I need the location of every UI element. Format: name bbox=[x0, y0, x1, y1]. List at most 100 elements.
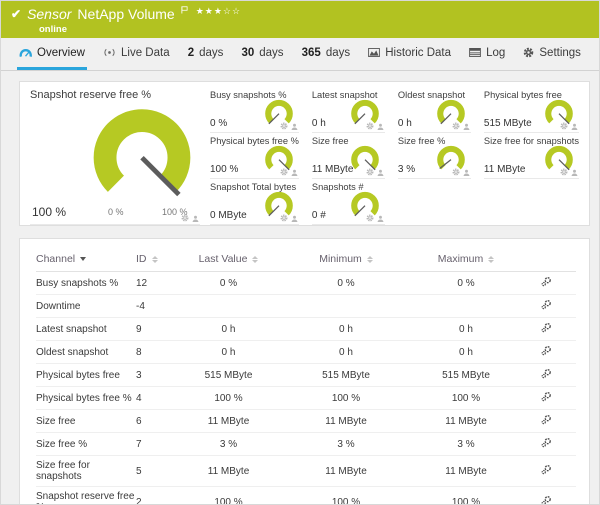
sort-icon bbox=[367, 256, 373, 263]
table-row: Busy snapshots % 12 0 % 0 % 0 % bbox=[36, 272, 576, 295]
tab-days[interactable]: 365 days bbox=[300, 38, 352, 70]
channel-name: Size free bbox=[36, 410, 136, 433]
edit-channel-icon[interactable] bbox=[541, 437, 552, 448]
user-icon[interactable] bbox=[571, 123, 578, 130]
small-gauge: Snapshot Total bytes 0 MByte bbox=[210, 181, 299, 225]
edit-channel-icon[interactable] bbox=[541, 276, 552, 287]
gear-icon[interactable] bbox=[366, 214, 374, 222]
gear-icon[interactable] bbox=[560, 168, 568, 176]
channel-maximum: 0 h bbox=[416, 318, 516, 341]
gear-icon[interactable] bbox=[560, 122, 568, 130]
user-icon[interactable] bbox=[463, 169, 470, 176]
table-body: Busy snapshots % 12 0 % 0 % 0 % Downtime… bbox=[36, 272, 576, 505]
tab-days[interactable]: 2 days bbox=[186, 38, 226, 70]
gear-icon[interactable] bbox=[280, 122, 288, 130]
channel-maximum: 3 % bbox=[416, 433, 516, 456]
tab-live-data[interactable]: Live Data bbox=[101, 38, 172, 70]
user-icon[interactable] bbox=[291, 169, 298, 176]
table-row: Snapshot reserve free % 2 100 % 100 % 10… bbox=[36, 487, 576, 505]
channel-name: Physical bytes free bbox=[36, 364, 136, 387]
edit-channel-icon[interactable] bbox=[541, 414, 552, 425]
user-icon[interactable] bbox=[377, 123, 384, 130]
gauge-value: 100 % bbox=[210, 164, 238, 175]
channel-maximum: 515 MByte bbox=[416, 364, 516, 387]
channel-id: 9 bbox=[136, 318, 181, 341]
channel-minimum: 0 h bbox=[276, 318, 416, 341]
gear-icon[interactable] bbox=[366, 168, 374, 176]
status-ok-check-icon: ✔ bbox=[11, 7, 21, 21]
user-icon[interactable] bbox=[571, 169, 578, 176]
gauge-value: 0 MByte bbox=[210, 210, 247, 221]
table-row: Downtime -4 bbox=[36, 295, 576, 318]
channel-maximum: 100 % bbox=[416, 387, 516, 410]
flag-icon bbox=[181, 1, 188, 19]
tab-overview[interactable]: Overview bbox=[17, 38, 87, 70]
channel-minimum: 100 % bbox=[276, 487, 416, 505]
user-icon[interactable] bbox=[463, 123, 470, 130]
column-header-maximum[interactable]: Maximum bbox=[416, 247, 516, 272]
column-header-id[interactable]: ID bbox=[136, 247, 181, 272]
tab-settings[interactable]: Settings bbox=[521, 38, 583, 70]
status-badge: online bbox=[39, 24, 589, 35]
priority-stars[interactable]: ★★★☆☆ bbox=[196, 6, 241, 17]
channel-id: 3 bbox=[136, 364, 181, 387]
table-row: Latest snapshot 9 0 h 0 h 0 h bbox=[36, 318, 576, 341]
live-data-icon bbox=[103, 48, 116, 57]
small-gauge: Busy snapshots % 0 % bbox=[210, 89, 299, 133]
channel-last-value: 0 h bbox=[181, 341, 276, 364]
channel-name: Latest snapshot bbox=[36, 318, 136, 341]
column-header-edit bbox=[516, 247, 576, 272]
channel-table-panel: ChannelIDLast ValueMinimumMaximum Busy s… bbox=[19, 238, 590, 505]
user-icon[interactable] bbox=[291, 123, 298, 130]
channel-maximum: 0 h bbox=[416, 341, 516, 364]
edit-channel-icon[interactable] bbox=[541, 368, 552, 379]
gauge-value: 0 # bbox=[312, 210, 326, 221]
table-row: Physical bytes free 3 515 MByte 515 MByt… bbox=[36, 364, 576, 387]
edit-channel-icon[interactable] bbox=[541, 391, 552, 402]
channel-maximum: 11 MByte bbox=[416, 410, 516, 433]
user-icon[interactable] bbox=[291, 215, 298, 222]
primary-gauge: Snapshot reserve free % 100 % 0 % 100 % bbox=[30, 89, 200, 225]
gear-icon[interactable] bbox=[280, 214, 288, 222]
column-header-minimum[interactable]: Minimum bbox=[276, 247, 416, 272]
channel-id: 5 bbox=[136, 456, 181, 487]
prtg-sensor-page: ✔ Sensor NetApp Volume ★★★☆☆ online Over… bbox=[0, 0, 600, 505]
edit-channel-icon[interactable] bbox=[541, 495, 552, 505]
column-header-channel[interactable]: Channel bbox=[36, 247, 136, 272]
small-gauge-grid: Busy snapshots % 0 % Latest snapshot 0 h… bbox=[210, 89, 579, 225]
gear-icon[interactable] bbox=[181, 214, 189, 222]
gear-icon[interactable] bbox=[366, 122, 374, 130]
table-row: Size free 6 11 MByte 11 MByte 11 MByte bbox=[36, 410, 576, 433]
channel-name: Size free for snapshots bbox=[36, 456, 136, 487]
tab-days[interactable]: 30 days bbox=[239, 38, 285, 70]
gear-icon[interactable] bbox=[280, 168, 288, 176]
object-kind-label: Sensor bbox=[27, 6, 71, 22]
channel-minimum: 0 h bbox=[276, 341, 416, 364]
tab-log[interactable]: Log bbox=[467, 38, 507, 70]
sort-icon bbox=[152, 256, 158, 263]
gear-icon[interactable] bbox=[452, 168, 460, 176]
edit-channel-icon[interactable] bbox=[541, 299, 552, 310]
channel-id: 2 bbox=[136, 487, 181, 505]
channel-minimum: 100 % bbox=[276, 387, 416, 410]
channel-minimum: 515 MByte bbox=[276, 364, 416, 387]
channel-maximum: 0 % bbox=[416, 272, 516, 295]
gear-icon[interactable] bbox=[452, 122, 460, 130]
channel-id: 4 bbox=[136, 387, 181, 410]
channel-name: Downtime bbox=[36, 295, 136, 318]
gauge-icon bbox=[19, 48, 32, 58]
edit-channel-icon[interactable] bbox=[541, 322, 552, 333]
user-icon[interactable] bbox=[377, 215, 384, 222]
user-icon[interactable] bbox=[377, 169, 384, 176]
tab-historic-data[interactable]: Historic Data bbox=[366, 38, 453, 70]
edit-channel-icon[interactable] bbox=[541, 464, 552, 475]
channel-name: Physical bytes free % bbox=[36, 387, 136, 410]
edit-channel-icon[interactable] bbox=[541, 345, 552, 356]
user-icon[interactable] bbox=[192, 215, 199, 222]
column-header-last-value[interactable]: Last Value bbox=[181, 247, 276, 272]
gauge-value: 11 MByte bbox=[312, 164, 354, 175]
channel-maximum: 100 % bbox=[416, 487, 516, 505]
table-header-row: ChannelIDLast ValueMinimumMaximum bbox=[36, 247, 576, 272]
channel-name: Oldest snapshot bbox=[36, 341, 136, 364]
sort-desc-icon bbox=[80, 257, 86, 261]
